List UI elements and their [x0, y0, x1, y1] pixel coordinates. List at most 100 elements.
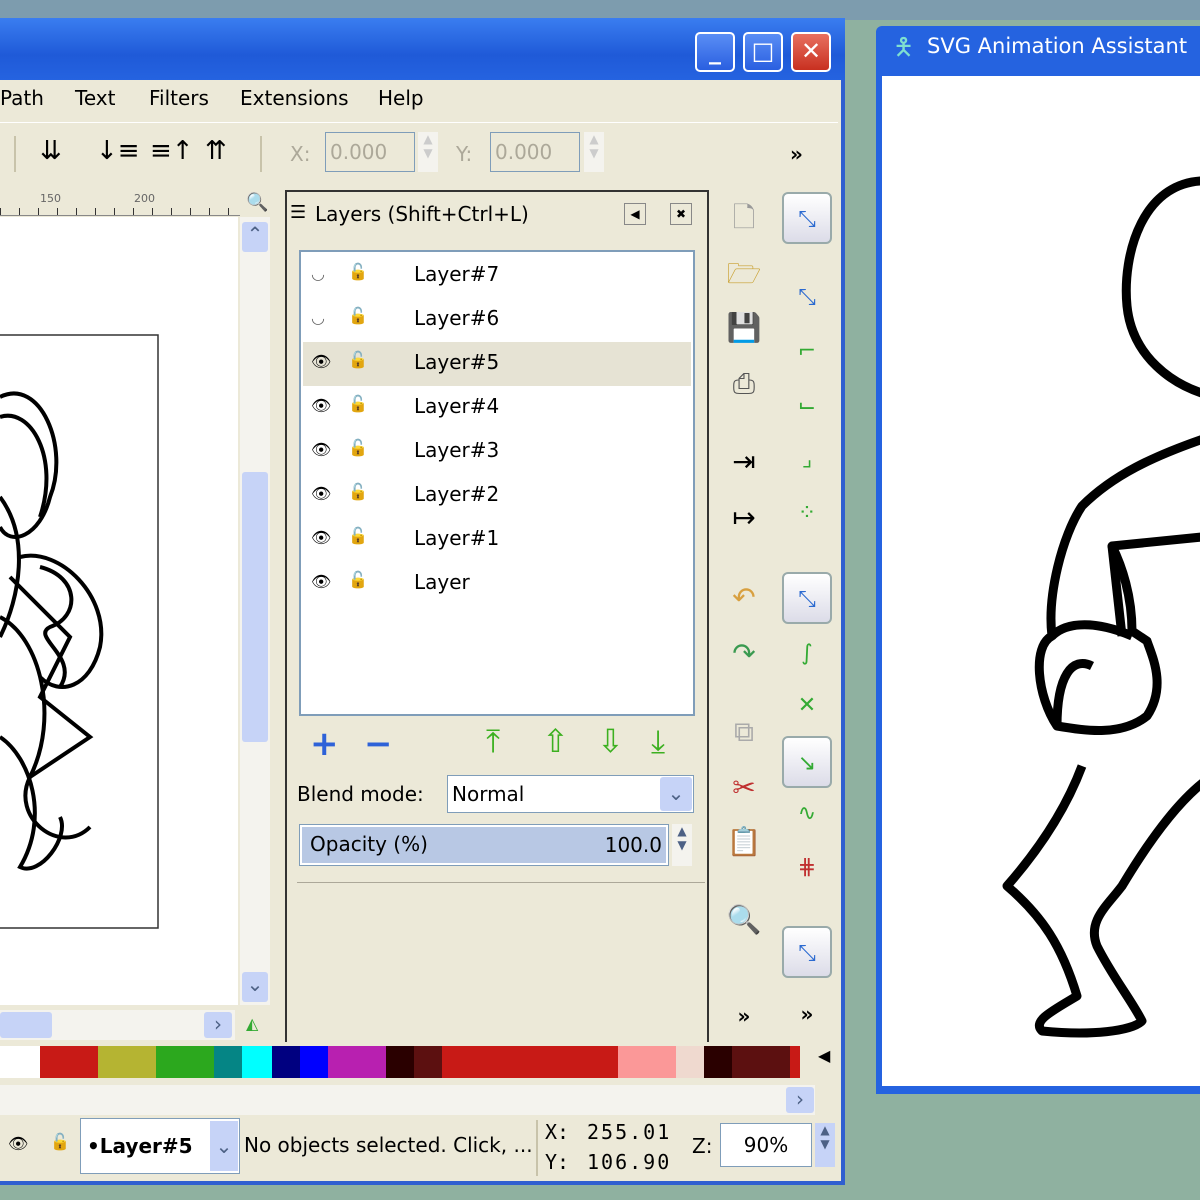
horizontal-scroll-thumb[interactable] [0, 1012, 52, 1038]
layer-row[interactable]: ◡ 🔓 Layer#6 [303, 298, 691, 342]
add-layer-button[interactable]: + [310, 724, 339, 764]
opacity-spinner[interactable]: ▲ ▼ [672, 824, 692, 866]
snap-bbox-icon[interactable]: ⤡ [782, 272, 832, 324]
menu-filters[interactable]: Filters [149, 86, 209, 110]
color-swatch[interactable] [414, 1046, 442, 1078]
color-swatch[interactable] [242, 1046, 272, 1078]
snap-toggle-icon[interactable]: ⤡ [782, 192, 832, 244]
color-swatch[interactable] [0, 1046, 40, 1078]
minimize-button[interactable]: _ [695, 32, 735, 72]
open-icon[interactable]: 🗁 [722, 254, 766, 294]
snap-centers-icon[interactable]: ⤡ [782, 926, 832, 978]
remove-layer-button[interactable]: − [364, 724, 393, 764]
eye-open-icon[interactable]: 👁 [311, 484, 331, 503]
layer-row[interactable]: 👁 🔓 Layer [303, 562, 691, 606]
maximize-button[interactable]: □ [743, 32, 783, 72]
print-icon[interactable]: ⎙ [722, 364, 766, 404]
color-swatch[interactable] [790, 1046, 800, 1078]
color-swatch[interactable] [272, 1046, 300, 1078]
lock-icon[interactable]: 🔓 [348, 438, 368, 457]
eye-open-icon[interactable]: 👁 [311, 396, 331, 415]
zoom-icon[interactable]: 🔍 [246, 192, 268, 213]
eye-closed-icon[interactable]: ◡ [311, 308, 325, 327]
menu-extensions[interactable]: Extensions [240, 86, 349, 110]
eye-closed-icon[interactable]: ◡ [311, 264, 325, 283]
new-document-icon[interactable]: 🗋 [722, 198, 766, 238]
snap-smooth-nodes-icon[interactable]: ∿ [782, 788, 832, 840]
x-spinner[interactable]: ▲ ▼ [418, 132, 438, 172]
export-icon[interactable]: ↦ [722, 498, 766, 538]
close-button[interactable]: ✕ [791, 32, 831, 72]
paste-icon[interactable]: 📋 [722, 822, 766, 862]
color-swatch[interactable] [676, 1046, 704, 1078]
layer-row[interactable]: 👁 🔓 Layer#4 [303, 386, 691, 430]
lock-icon[interactable]: 🔓 [348, 526, 368, 545]
palette-scrollbar[interactable] [0, 1085, 815, 1115]
snap-paths-icon[interactable]: ∫ [782, 628, 832, 680]
raise-to-top-icon[interactable]: ⇈ [205, 136, 227, 166]
eye-open-icon[interactable]: 👁 [311, 528, 331, 547]
x-input[interactable]: 0.000 [325, 132, 415, 172]
redo-icon[interactable]: ↷ [722, 634, 766, 674]
color-manage-icon[interactable]: ◭ [246, 1014, 258, 1033]
zoom-tool-icon[interactable]: 🔍 [722, 900, 766, 940]
color-swatch[interactable] [732, 1046, 790, 1078]
eye-open-icon[interactable]: 👁 [311, 572, 331, 591]
toolbar-overflow-button[interactable]: » [790, 142, 803, 166]
color-swatch[interactable] [328, 1046, 386, 1078]
lock-icon[interactable]: 🔓 [348, 570, 368, 589]
color-swatch[interactable] [156, 1046, 214, 1078]
copy-icon[interactable]: ⧉ [722, 712, 766, 752]
lower-layer-to-bottom-icon[interactable]: ⤓ [651, 722, 665, 761]
color-swatch[interactable] [618, 1046, 676, 1078]
menu-text[interactable]: Text [75, 86, 115, 110]
raise-icon[interactable]: ≡↑ [150, 136, 194, 166]
cut-icon[interactable]: ✂ [722, 768, 766, 808]
commands-overflow-button[interactable]: » [722, 996, 766, 1036]
color-swatch[interactable] [300, 1046, 328, 1078]
vertical-scroll-thumb[interactable] [242, 472, 268, 742]
lock-icon[interactable]: 🔓 [348, 262, 368, 281]
palette-menu-icon[interactable]: ◀ [818, 1046, 830, 1065]
scroll-down-button[interactable]: ⌄ [242, 972, 268, 1002]
snap-bbox-midpoint-icon[interactable]: ⌟ [782, 434, 832, 486]
current-layer-select[interactable]: •Layer#5 ⌄ [80, 1118, 240, 1174]
zoom-input[interactable]: 90% [720, 1123, 812, 1167]
save-icon[interactable]: 💾 [722, 308, 766, 348]
lock-icon[interactable]: 🔓 [348, 482, 368, 501]
y-input[interactable]: 0.000 [490, 132, 580, 172]
snap-bbox-center-icon[interactable]: ⁘ [782, 488, 832, 540]
menu-path[interactable]: Path [0, 86, 44, 110]
panel-collapse-button[interactable]: ◀ [624, 203, 646, 225]
raise-layer-to-top-icon[interactable]: ⤒ [486, 722, 500, 761]
scroll-right-button[interactable]: › [204, 1012, 232, 1038]
eye-open-icon[interactable]: 👁 [311, 440, 331, 459]
lower-icon[interactable]: ↓≡ [96, 136, 140, 166]
menu-help[interactable]: Help [378, 86, 424, 110]
panel-close-button[interactable]: ✖ [670, 203, 692, 225]
raise-layer-icon[interactable]: ⇧ [542, 722, 569, 760]
scroll-up-button[interactable]: ⌃ [242, 222, 268, 252]
color-swatch[interactable] [40, 1046, 98, 1078]
import-icon[interactable]: ⇥ [722, 442, 766, 482]
lock-icon[interactable]: 🔓 [348, 306, 368, 325]
color-swatch[interactable] [500, 1046, 618, 1078]
undo-icon[interactable]: ↶ [722, 578, 766, 618]
color-swatch[interactable] [704, 1046, 732, 1078]
lock-icon[interactable]: 🔓 [348, 350, 368, 369]
layer-row[interactable]: ◡ 🔓 Layer#7 [303, 254, 691, 298]
snap-bbox-corner-icon[interactable]: ⌙ [782, 380, 832, 432]
chevron-down-icon[interactable]: ⌄ [660, 777, 692, 811]
layer-row[interactable]: 👁 🔓 Layer#5 [303, 342, 691, 386]
lower-layer-icon[interactable]: ⇩ [597, 722, 624, 760]
layer-row[interactable]: 👁 🔓 Layer#3 [303, 430, 691, 474]
opacity-slider[interactable]: Opacity (%) 100.0 [299, 824, 669, 866]
palette-scroll-right-button[interactable]: › [786, 1087, 814, 1113]
blend-mode-select[interactable]: Normal [447, 775, 694, 813]
color-swatch[interactable] [386, 1046, 414, 1078]
snap-bbox-edge-icon[interactable]: ⌐ [782, 326, 832, 378]
snap-overflow-button[interactable]: » [782, 988, 832, 1040]
layer-row[interactable]: 👁 🔓 Layer#2 [303, 474, 691, 518]
layer-lock-icon[interactable]: 🔓 [50, 1132, 70, 1151]
lower-to-bottom-icon[interactable]: ⇊ [40, 136, 62, 166]
